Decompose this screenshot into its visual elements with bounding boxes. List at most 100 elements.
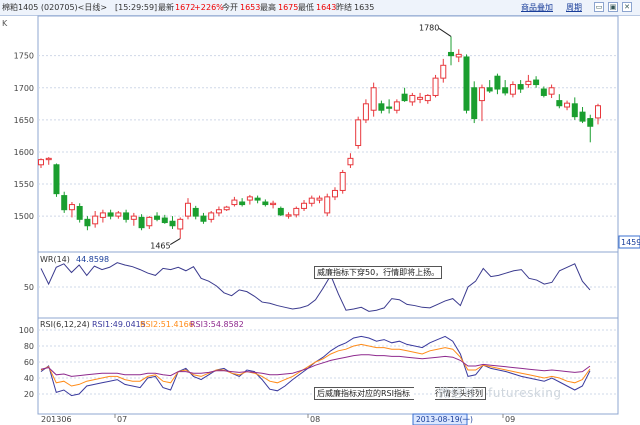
candle-body: [277, 207, 284, 216]
wr-annotation: 威廉指标下穿50，行情即将上扬。: [314, 266, 443, 279]
candle-body: [161, 217, 168, 224]
candle-body: [200, 215, 207, 222]
x-tick: 07: [117, 415, 127, 424]
candle-body: [362, 103, 369, 121]
x-tick: 201306: [41, 415, 72, 424]
high-pointer: [438, 28, 452, 37]
candle-body: [331, 189, 338, 198]
candle-body: [301, 202, 308, 209]
candle-body: [231, 199, 238, 206]
wr-panel: [37, 251, 619, 319]
candle-body: [502, 87, 509, 94]
candle-body: [99, 212, 106, 218]
candle-body: [401, 93, 408, 102]
candle-body: [486, 87, 493, 92]
x-tick: 08: [310, 415, 320, 424]
kline-ytick: 1750: [14, 52, 34, 61]
candle-body: [130, 215, 137, 220]
candle-body: [556, 100, 563, 107]
kline-ytick: 1700: [14, 84, 34, 93]
candle-body: [246, 196, 253, 201]
candle-body: [177, 218, 184, 230]
candle-body: [324, 196, 331, 214]
candle-body: [339, 171, 346, 191]
candle-body: [53, 164, 60, 195]
candle-body: [293, 207, 300, 216]
kline-ytick: 1650: [14, 116, 34, 125]
candle-body: [409, 94, 416, 103]
candle-body: [564, 102, 571, 108]
candle-body: [347, 157, 354, 166]
candle-body: [61, 195, 68, 211]
wr-value: 44.8598: [76, 255, 109, 264]
candle-body: [215, 209, 222, 214]
futures-chart[interactable]: K 1500 1550 1600 1650 1700 1750 1780 1465 1459 WR(…: [0, 0, 640, 425]
rsi-label: RSI(6,12,24): [40, 320, 90, 329]
candle-body: [270, 202, 277, 206]
candle-body: [169, 220, 176, 227]
rsi-legend-2: RSI2:51.4166: [140, 320, 194, 329]
rsi-legend-3: RSI3:54.8582: [190, 320, 244, 329]
rsi-ytick: 20: [24, 390, 34, 399]
candle-body: [533, 79, 540, 86]
candle-body: [192, 207, 199, 217]
candle-body: [68, 204, 75, 211]
candle-body: [123, 212, 130, 220]
candle-body: [595, 105, 601, 119]
candle-body: [154, 215, 161, 220]
low-pointer: [169, 238, 181, 246]
candle-body: [424, 94, 431, 102]
candle-body: [208, 212, 215, 220]
candle-body: [308, 197, 315, 204]
kline-ytick: 1500: [14, 212, 34, 221]
candle-body: [478, 87, 485, 102]
wr-ytick: 50: [24, 283, 34, 292]
candle-body: [45, 157, 52, 161]
candle-body: [370, 87, 377, 111]
candle-body: [254, 197, 261, 201]
candle-body: [455, 53, 462, 58]
candle-body: [463, 56, 470, 111]
candle-body: [262, 201, 269, 206]
candle-body: [571, 103, 578, 118]
candle-body: [76, 205, 83, 220]
rsi-ytick: 80: [24, 342, 34, 351]
x-tick: 09: [505, 415, 515, 424]
rsi-ytick: 40: [24, 374, 34, 383]
kline-ytick: 1550: [14, 180, 34, 189]
candle-body: [378, 103, 385, 111]
kline-ytick: 1600: [14, 148, 34, 157]
candle-body: [494, 75, 501, 90]
price-tag: 1459: [621, 238, 640, 247]
wechat-watermark: 微信号：futuresking: [438, 386, 562, 400]
candle-body: [84, 218, 91, 227]
candle-body: [540, 88, 547, 96]
candle-body: [38, 159, 44, 166]
candle-body: [184, 202, 191, 217]
candle-body: [107, 212, 114, 217]
candle-body: [509, 84, 516, 95]
highlight-date: 2013-08-19(一): [416, 415, 473, 424]
candle-body: [587, 118, 594, 127]
wr-label: WR(14): [40, 255, 70, 264]
candle-body: [355, 119, 362, 147]
candle-body: [440, 64, 447, 79]
candle-body: [386, 106, 393, 109]
candle-body: [138, 216, 145, 229]
candle-body: [548, 87, 555, 95]
candle-body: [517, 84, 524, 90]
candle-body: [432, 77, 439, 96]
candle-body: [239, 201, 246, 206]
candle-body: [393, 101, 400, 111]
rsi-legend-1: RSI1:49.0415: [92, 320, 146, 329]
candle-body: [448, 51, 455, 57]
candle-body: [146, 216, 153, 227]
high-annotation: 1780: [419, 23, 439, 32]
rsi-line-3: [40, 354, 591, 377]
candle-body: [115, 212, 122, 217]
rsi-ytick: 60: [24, 358, 34, 367]
candle-body: [316, 197, 323, 201]
candle-body: [285, 214, 292, 217]
rsi-annotation: 后威廉指标对应的RSI指标: [314, 387, 414, 400]
candle-body: [417, 96, 424, 100]
